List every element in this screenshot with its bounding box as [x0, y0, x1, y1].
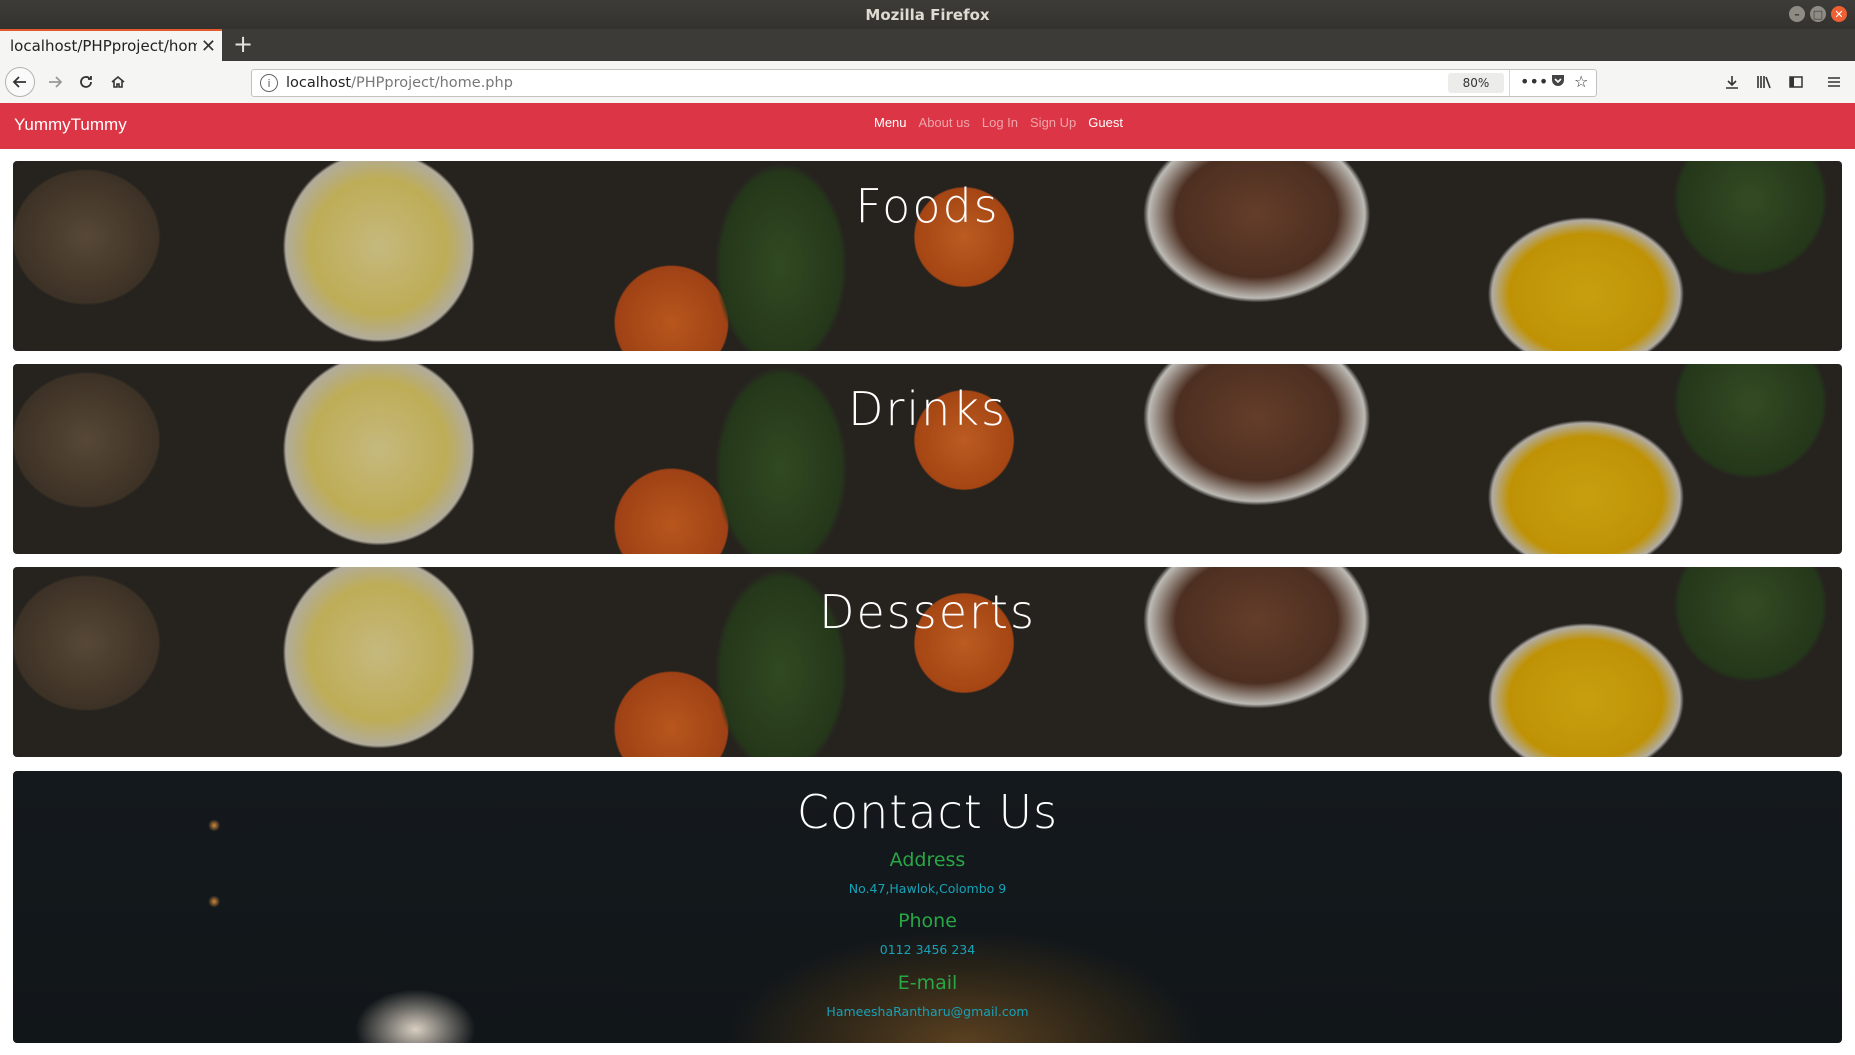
tab-title: localhost/PHPproject/home.php [10, 37, 197, 55]
browser-toolbar: i localhost/PHPproject/home.php 80% ••• … [0, 61, 1855, 104]
desserts-title: Desserts [819, 585, 1036, 639]
browser-tab[interactable]: localhost/PHPproject/home.php ✕ [0, 29, 222, 61]
url-path: /PHPproject/home.php [351, 75, 513, 91]
foods-banner[interactable]: Foods [13, 161, 1842, 351]
minimize-icon[interactable]: – [1789, 6, 1805, 22]
site-navbar: YummyTummy Menu About us Log In Sign Up … [0, 103, 1855, 149]
site-nav-links: Menu About us Log In Sign Up Guest [868, 115, 1129, 130]
new-tab-icon[interactable]: + [233, 30, 253, 58]
email-label: E-mail [897, 972, 958, 994]
menu-hamburger-icon[interactable] [1819, 67, 1849, 97]
page-actions-icon[interactable]: ••• [1520, 72, 1548, 91]
tab-close-icon[interactable]: ✕ [201, 36, 216, 57]
zoom-level[interactable]: 80% [1448, 73, 1504, 93]
address-value: No.47,Hawlok,Colombo 9 [848, 881, 1007, 896]
nav-about-us[interactable]: About us [913, 115, 976, 130]
window-controls: – □ ✕ [1789, 6, 1847, 22]
home-icon[interactable] [103, 67, 133, 97]
foods-title: Foods [855, 179, 1000, 233]
phone-value: 0112 3456 234 [879, 942, 976, 957]
url-bar[interactable]: i localhost/PHPproject/home.php 80% ••• … [251, 69, 1597, 97]
page-content: YummyTummy Menu About us Log In Sign Up … [0, 103, 1855, 1055]
forward-icon[interactable] [40, 67, 70, 97]
bookmark-star-icon[interactable]: ☆ [1574, 72, 1588, 91]
sidebar-icon[interactable] [1781, 67, 1811, 97]
nav-menu[interactable]: Menu [868, 115, 913, 130]
window-titlebar: Mozilla Firefox – □ ✕ [0, 0, 1855, 29]
maximize-icon[interactable]: □ [1810, 6, 1826, 22]
url-divider [1509, 70, 1510, 96]
contact-title: Contact Us [796, 785, 1059, 839]
email-value[interactable]: HameeshaRantharu@gmail.com [13, 1004, 1842, 1019]
library-icon[interactable] [1749, 67, 1779, 97]
phone-label: Phone [898, 910, 957, 932]
desserts-banner[interactable]: Desserts [13, 567, 1842, 757]
drinks-banner[interactable]: Drinks [13, 364, 1842, 554]
downloads-icon[interactable] [1717, 67, 1747, 97]
nav-log-in[interactable]: Log In [976, 115, 1024, 130]
window-title: Mozilla Firefox [865, 5, 990, 24]
reload-icon[interactable] [71, 67, 101, 97]
site-info-icon[interactable]: i [260, 74, 278, 92]
url-host: localhost [286, 75, 352, 91]
nav-sign-up[interactable]: Sign Up [1024, 115, 1082, 130]
tab-strip: localhost/PHPproject/home.php ✕ + [0, 29, 1855, 61]
site-brand[interactable]: YummyTummy [14, 115, 127, 135]
drinks-title: Drinks [848, 382, 1007, 436]
pocket-icon[interactable] [1550, 72, 1566, 92]
contact-section: Contact Us Address No.47,Hawlok,Colombo … [13, 771, 1842, 1043]
nav-guest[interactable]: Guest [1082, 115, 1129, 130]
address-label: Address [889, 849, 966, 871]
back-icon[interactable] [5, 67, 35, 97]
close-window-icon[interactable]: ✕ [1831, 6, 1847, 22]
